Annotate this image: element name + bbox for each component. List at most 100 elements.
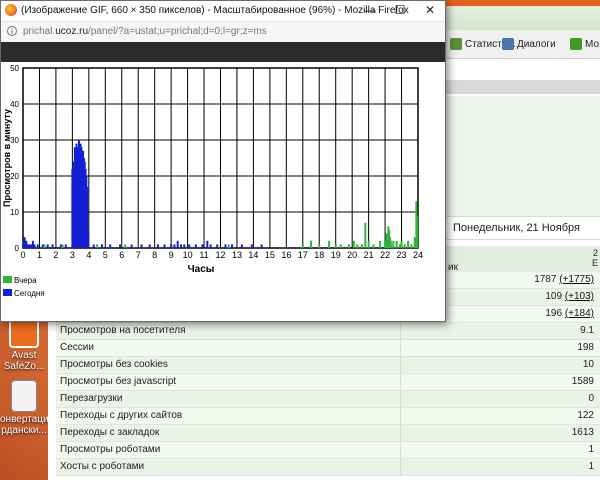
image-viewer: 0 1 2 3 4 5 6 7 8 9 10 11 12 13 14 15 16 17 18 19 20 21 22 23 24… xyxy=(1,42,445,321)
desktop-icon-document[interactable]: онвертация рдански... xyxy=(0,380,54,436)
x-tick-label: 5 xyxy=(103,250,108,260)
background-content-area xyxy=(446,96,600,216)
x-tick-label: 16 xyxy=(281,250,291,260)
address-bar[interactable]: i prichal.ucoz.ru/panel/?a=ustat;u=prich… xyxy=(1,21,445,43)
vk-tab-icon xyxy=(502,38,514,50)
avast-icon xyxy=(9,318,39,348)
chart-bar xyxy=(392,240,395,248)
table-row: Просмотры без javascript 1589 xyxy=(56,374,600,391)
chart-bar xyxy=(334,244,337,248)
y-tick-label: 50 xyxy=(10,64,19,73)
chart-bar xyxy=(101,244,103,248)
x-tick-label: 8 xyxy=(152,250,157,260)
chart-bar xyxy=(188,244,191,248)
x-tick-label: 23 xyxy=(397,250,407,260)
stat-delta-link[interactable]: (+184) xyxy=(565,308,594,319)
firefox-icon xyxy=(5,4,17,16)
tab-ok[interactable]: Мо xyxy=(570,36,599,52)
stat-delta-link[interactable]: (+1775) xyxy=(559,274,594,285)
stat-value: 196 (+184) xyxy=(545,308,594,319)
table-row: Переходы с других сайтов 122 xyxy=(56,408,600,425)
x-tick-label: 21 xyxy=(364,250,374,260)
chart-bar xyxy=(318,244,321,248)
stat-label: Переходы с закладок xyxy=(60,427,160,438)
stat-label: Просмотры без cookies xyxy=(60,359,168,370)
desktop-icon-label: онвертация рдански... xyxy=(0,414,54,436)
chart-bar xyxy=(227,244,230,248)
info-icon[interactable]: i xyxy=(7,26,17,36)
stat-value: 10 xyxy=(582,359,594,370)
x-tick-label: 3 xyxy=(70,250,75,260)
minimize-button[interactable]: — xyxy=(355,1,385,21)
chart-bar xyxy=(403,244,406,248)
stat-label: Хосты с роботами xyxy=(60,461,145,472)
stat-value: 1589 xyxy=(571,376,594,387)
x-tick-label: 9 xyxy=(169,250,174,260)
stats-date-row: Понедельник, 21 Ноября xyxy=(446,216,600,240)
x-tick-label: 10 xyxy=(183,250,193,260)
firefox-image-window[interactable]: (Изображение GIF, 660 × 350 пикселов) - … xyxy=(0,0,446,322)
legend-label: Вчера xyxy=(14,276,37,285)
chart-bar xyxy=(400,240,403,248)
tab-dialogs[interactable]: Диалоги xyxy=(502,36,556,52)
chart-bar xyxy=(180,244,182,248)
stat-delta-link[interactable]: (+103) xyxy=(565,291,594,302)
stat-label: Переходы с других сайтов xyxy=(60,410,183,421)
x-axis-label: Часы xyxy=(188,264,215,275)
chart-bar xyxy=(395,240,398,248)
chart-bar xyxy=(36,244,39,248)
chart-bar xyxy=(46,244,49,248)
chart-bar xyxy=(148,244,151,248)
chart-bar xyxy=(119,244,122,248)
chart-bar xyxy=(389,240,392,248)
y-tick-label: 0 xyxy=(15,244,20,253)
x-tick-label: 20 xyxy=(347,250,357,260)
chart-bar xyxy=(87,230,90,248)
chart-bar xyxy=(407,240,410,248)
table-row: Перезагрузки 0 xyxy=(56,391,600,408)
stats-header-right: 2 Е xyxy=(592,248,598,268)
x-tick-label: 19 xyxy=(331,250,341,260)
url-text[interactable]: prichal.ucoz.ru/panel/?a=ustat;u=prichal… xyxy=(23,26,267,37)
chart-bar xyxy=(250,244,253,248)
chart-bar xyxy=(43,244,46,248)
stat-value-number: 1787 xyxy=(534,274,557,285)
x-tick-label: 18 xyxy=(314,250,324,260)
chart-bar xyxy=(156,244,159,248)
chart-bar xyxy=(364,222,367,248)
url-domain: ucoz.ru xyxy=(55,26,89,37)
stat-value-number: 109 xyxy=(545,291,563,302)
chart-bar xyxy=(206,240,209,248)
stat-label: Сессии xyxy=(60,342,94,353)
close-button[interactable]: ✕ xyxy=(415,1,445,21)
chart-bar xyxy=(130,244,133,248)
table-row: Просмотров на посетителя 9.1 xyxy=(56,323,600,340)
legend-swatch xyxy=(3,276,12,283)
tab-label: Диалоги xyxy=(517,38,556,50)
stats-date: Понедельник, 21 Ноября xyxy=(453,222,580,234)
table-row: Переходы с закладок 1613 xyxy=(56,425,600,442)
x-tick-label: 22 xyxy=(380,250,390,260)
desktop-icon-label: Avast SafeZo... xyxy=(3,350,45,372)
stats-table-header: ик 2 Е xyxy=(446,246,600,273)
x-tick-label: 0 xyxy=(20,250,25,260)
stat-value: 198 xyxy=(577,342,594,353)
chart-bar xyxy=(356,244,359,248)
chart-bar xyxy=(51,244,54,248)
maximize-button[interactable]: ☐ xyxy=(385,1,415,21)
stat-value: 1787 (+1775) xyxy=(534,274,594,285)
y-axis-label: Просмотров в минуту xyxy=(2,109,12,207)
traffic-chart-image: 0 1 2 3 4 5 6 7 8 9 10 11 12 13 14 15 16 17 18 19 20 21 22 23 24… xyxy=(1,62,445,321)
y-tick-label: 40 xyxy=(10,100,19,109)
legend-label: Сегодня xyxy=(14,289,45,298)
chart-bar xyxy=(170,244,173,248)
chart-bar xyxy=(416,215,419,248)
desktop-icon-avast[interactable]: Avast SafeZo... xyxy=(0,318,48,372)
x-tick-label: 14 xyxy=(248,250,258,260)
chart-bar xyxy=(240,244,243,248)
x-tick-label: 15 xyxy=(265,250,275,260)
chart-bar xyxy=(347,244,350,248)
chart-bar xyxy=(201,244,204,248)
chart-bar xyxy=(310,240,313,248)
window-titlebar[interactable]: (Изображение GIF, 660 × 350 пикселов) - … xyxy=(1,1,445,21)
